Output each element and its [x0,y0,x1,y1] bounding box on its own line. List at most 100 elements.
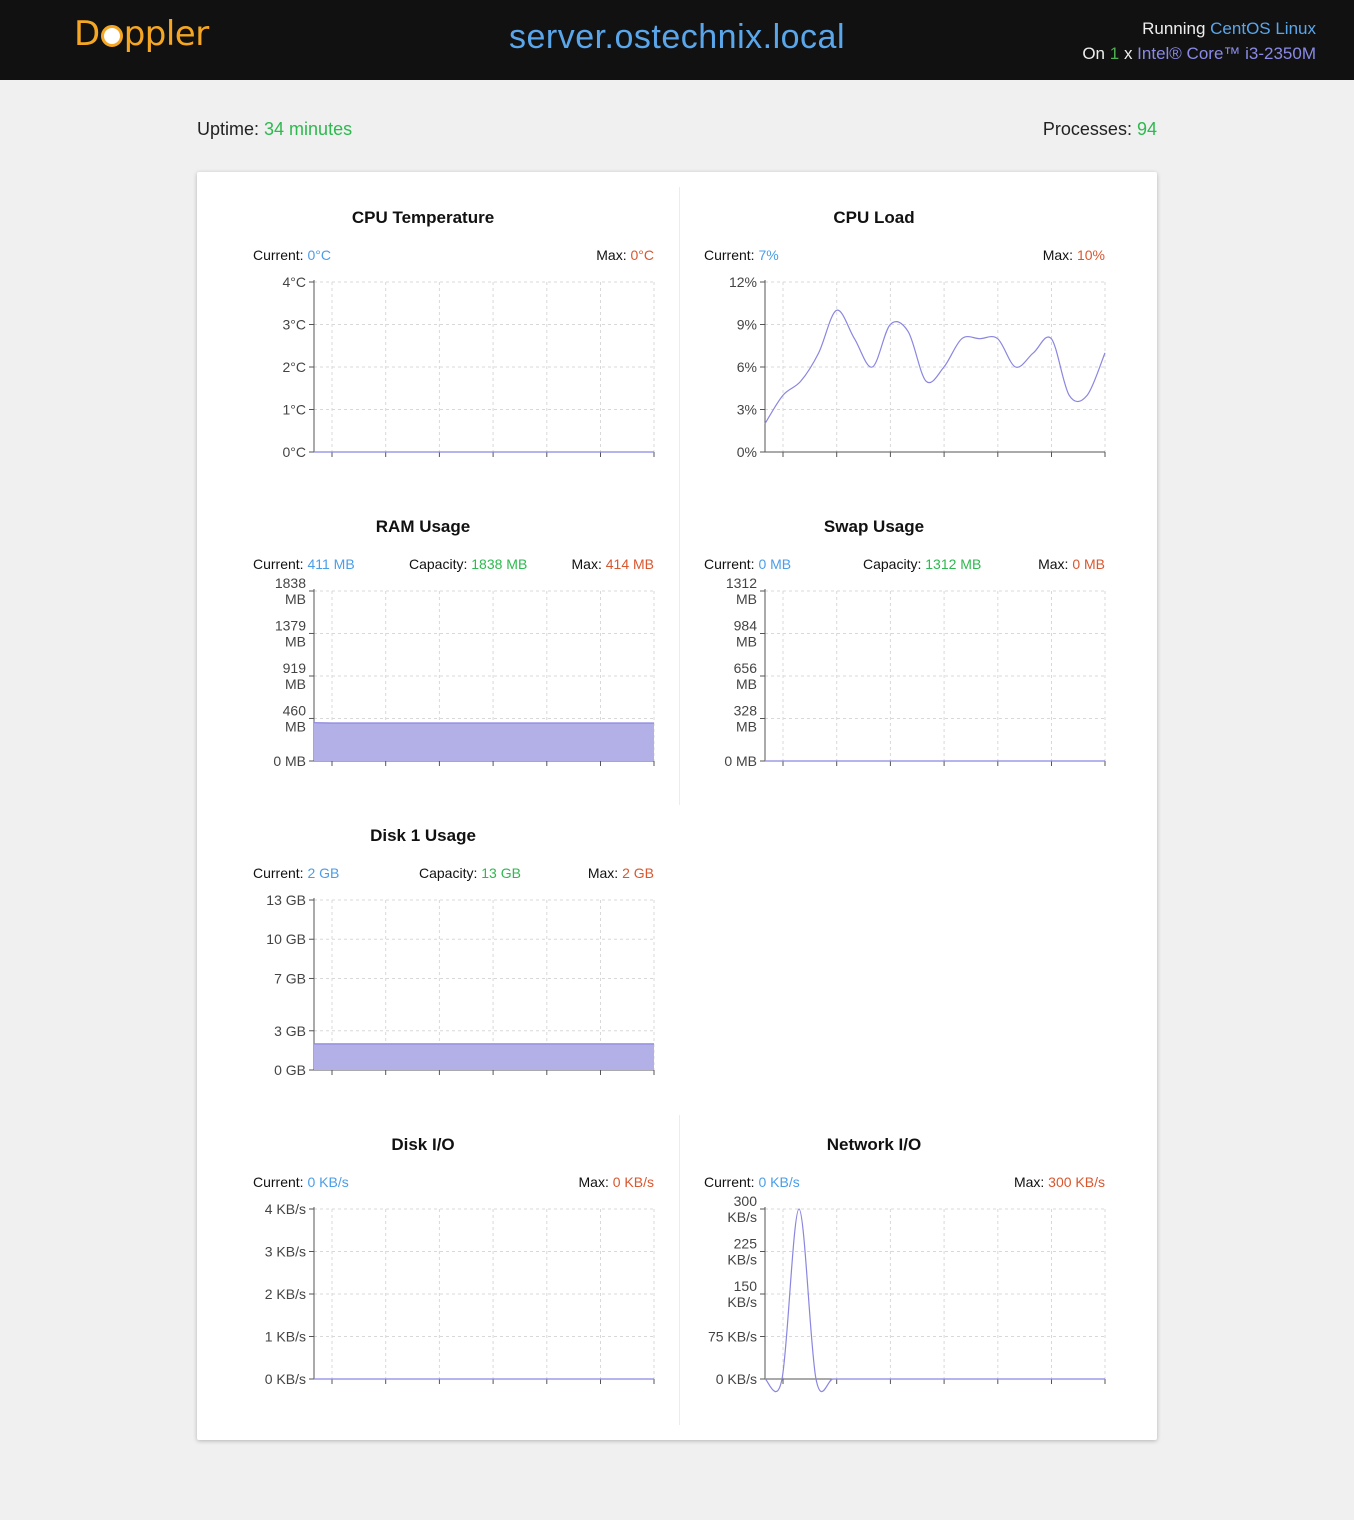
y-tick-label: 2°C [283,359,307,375]
panel-title: Network I/O [826,1135,922,1154]
y-tick-label: 0°C [283,444,307,460]
y-tick-label: 1 KB/s [265,1329,306,1345]
max-metric: Max: 0 MB [1038,556,1105,572]
y-tick-label: 1379 MB [275,617,306,649]
uptime-label: Uptime: [197,119,260,139]
panel-cpu-temperature: CPU Temperature Current: 0°C Max: 0°C 0°… [197,172,655,462]
y-tick-label-line: 12% [729,274,757,290]
y-tick-label-line: 1379 [275,617,306,633]
y-tick-label-line: 328 [734,703,758,719]
y-tick-label-line: 4 KB/s [265,1201,306,1217]
max-label: Max: [578,1174,609,1190]
y-tick-label: 0 MB [724,753,757,769]
panel-title: Swap Usage [823,517,925,536]
max-label: Max: [596,247,627,263]
y-tick-label-line: 10 GB [266,931,306,947]
y-tick-label: 4 KB/s [265,1201,306,1217]
current-value: 411 MB [307,556,355,572]
y-tick-label-line: 0 MB [273,753,306,769]
y-tick-label-line: MB [736,719,757,735]
panel-metrics: Current: 2 GB Capacity: 13 GB Max: 2 GB [253,865,654,885]
y-tick-label: 0 GB [274,1062,306,1078]
capacity-metric: Capacity: 1312 MB [863,556,981,572]
y-tick-label-line: 0 KB/s [716,1371,757,1387]
max-label: Max: [1042,247,1074,263]
max-label: Max: [1038,556,1069,572]
y-tick-label-line: 984 [734,618,758,634]
y-tick-label-line: MB [285,633,306,649]
panel-network-io: Network I/O Current: 0 KB/s Max: 300 KB/… [648,1099,1106,1393]
y-tick-label-line: KB/s [727,1294,757,1310]
top-bar: Dppler server.ostechnix.local Running Ce… [0,0,1354,80]
y-tick-label: 0 KB/s [265,1371,306,1387]
cpu-model: Intel® Core™ i3-2350M [1137,44,1316,63]
max-value: 300 KB/s [1048,1174,1105,1190]
y-tick-label: 0 MB [273,753,306,769]
current-label: Current: [253,865,304,881]
capacity-label: Capacity: [419,865,478,881]
y-tick-label: 984 MB [734,618,758,650]
y-tick-label-line: 460 [283,702,307,718]
panel-disk-io: Disk I/O Current: 0 KB/s Max: 0 KB/s 0 K… [197,1099,655,1389]
panel-title: Disk I/O [391,1135,455,1154]
capacity-value: 13 GB [481,865,521,881]
disk-io-chart: 0 KB/s 1 KB/s 2 KB/s 3 KB/s 4 KB/s [265,1201,655,1387]
current-metric: Current: 0°C [253,247,331,263]
y-tick-label: 919 MB [283,660,307,692]
current-label: Current: [253,556,304,572]
current-label: Current: [704,247,755,263]
panel-disk-usage: Disk 1 Usage Current: 2 GB Capacity: 13 … [197,790,655,1080]
y-tick-label: 13 GB [266,892,306,908]
y-tick-label: 150 KB/s [727,1278,757,1310]
current-value: 0 MB [758,556,792,572]
y-tick-label-line: 919 [283,660,307,676]
y-tick-label: 6% [737,359,757,375]
current-value: 0 KB/s [758,1174,800,1190]
y-tick-label: 3 KB/s [265,1244,306,1260]
panel-title: CPU Temperature [351,208,495,227]
uptime-value: 34 minutes [264,119,353,139]
y-tick-label-line: 656 [734,660,758,676]
os-name: CentOS Linux [1210,19,1316,38]
capacity-value: 1838 MB [471,556,528,572]
series-line [764,1208,1105,1393]
y-tick-label-line: MB [285,718,306,734]
current-label: Current: [253,1174,304,1190]
current-metric: Current: 2 GB [253,865,339,881]
y-tick-label-line: MB [285,676,306,692]
y-tick-label-line: MB [285,591,306,607]
y-tick-label: 7 GB [274,970,306,986]
y-tick-label-line: 300 [734,1193,758,1209]
y-tick-label: 300 KB/s [727,1193,757,1225]
current-value: 2 GB [307,865,340,881]
y-tick-label-line: 75 KB/s [708,1329,757,1345]
y-tick-label: 3% [737,402,757,418]
panel-metrics: Current: 0°C Max: 0°C [253,247,654,267]
y-tick-label-line: 150 [734,1278,758,1294]
current-metric: Current: 0 KB/s [253,1174,349,1190]
capacity-value: 1312 MB [925,556,982,572]
y-tick-label: 75 KB/s [708,1329,757,1345]
current-metric: Current: 7% [704,247,779,263]
y-tick-label-line: 6% [737,359,757,375]
y-tick-label-line: 0 MB [724,753,757,769]
y-tick-label-line: KB/s [727,1252,757,1268]
y-tick-label-line: 2 KB/s [265,1286,306,1302]
swap-usage-chart: 0 MB328 MB656 MB984 MB1312 MB [724,575,1106,769]
y-tick-label: 9% [737,317,757,333]
max-metric: Max: 300 KB/s [1014,1174,1105,1190]
x-label: x [1123,44,1133,63]
ram-usage-chart: 0 MB460 MB919 MB1379 MB1838 MB [273,575,655,769]
y-tick-label: 328 MB [734,703,758,735]
y-tick-label: 4°C [283,274,307,290]
y-tick-label-line: MB [736,591,757,607]
y-tick-label-line: 225 [734,1236,758,1252]
series-area [314,722,654,761]
processes-stat: Processes: 94 [1043,119,1157,140]
y-tick-label-line: MB [736,676,757,692]
current-metric: Current: 0 MB [704,556,791,572]
capacity-label: Capacity: [863,556,922,572]
panel-title: RAM Usage [375,517,471,536]
processes-label: Processes: [1042,119,1132,139]
disk-usage-chart: 0 GB 3 GB 7 GB 10 GB 13 GB [266,892,655,1078]
